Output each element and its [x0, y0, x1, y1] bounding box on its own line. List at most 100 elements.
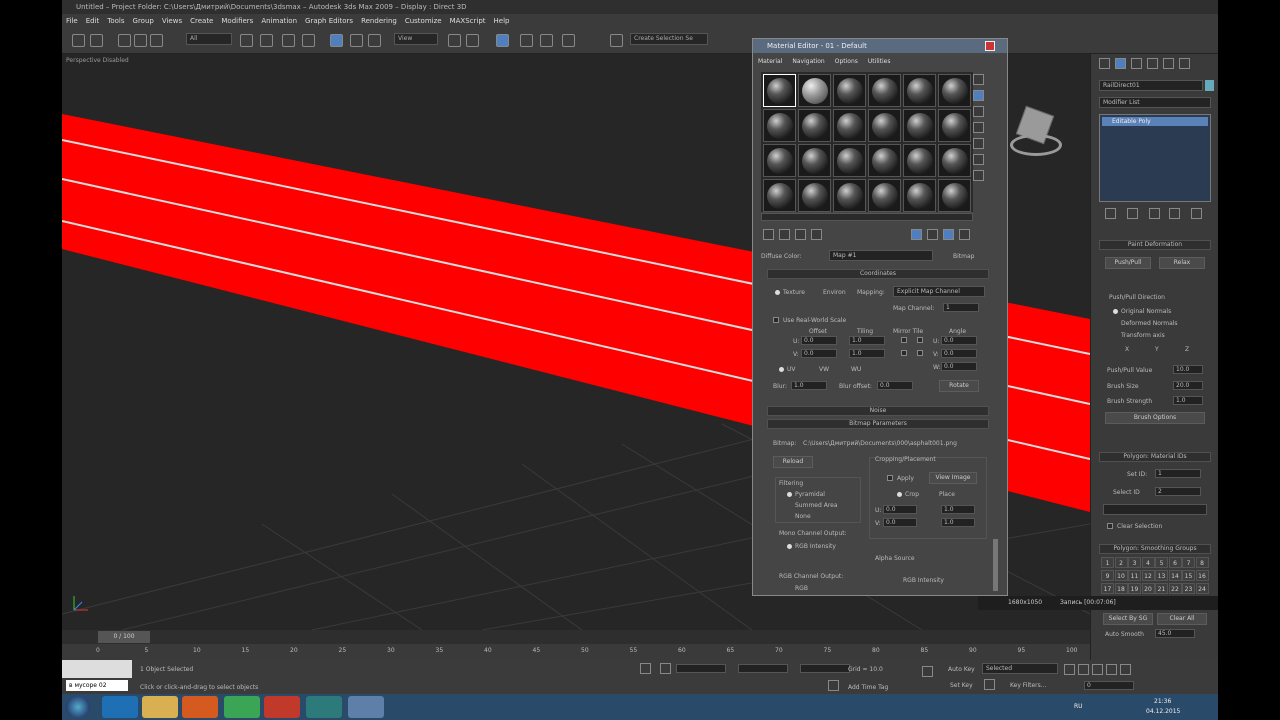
menu-create[interactable]: Create — [186, 17, 217, 25]
material-sample-slot[interactable] — [763, 74, 796, 107]
blur-spinner[interactable]: 1.0 — [791, 381, 827, 390]
set-id-spinner[interactable]: 1 — [1155, 469, 1201, 478]
smoothing-group-button[interactable]: 9 — [1101, 570, 1114, 581]
smoothing-groups-header[interactable]: Polygon: Smoothing Groups — [1099, 544, 1211, 554]
material-sample-slot[interactable] — [938, 74, 971, 107]
material-menu-options[interactable]: Options — [830, 56, 863, 68]
remove-modifier-icon[interactable] — [1169, 208, 1180, 219]
menu-file[interactable]: File — [62, 17, 82, 25]
push-pull-button[interactable]: Push/Pull — [1105, 257, 1151, 269]
slots-scrollbar[interactable] — [761, 213, 973, 221]
real-world-scale-checkbox[interactable] — [773, 317, 779, 323]
go-to-parent-icon[interactable] — [943, 229, 954, 240]
clock-date[interactable]: 04.12.2015 — [1146, 708, 1180, 715]
brush-options-button[interactable]: Brush Options — [1105, 412, 1205, 424]
motion-tab-icon[interactable] — [1147, 58, 1158, 69]
bitmap-parameters-header[interactable]: Bitmap Parameters — [767, 419, 989, 429]
rotate-button[interactable]: Rotate — [939, 380, 979, 392]
select-object-icon[interactable] — [240, 34, 253, 47]
make-unique-icon[interactable] — [1149, 208, 1160, 219]
undo-icon[interactable] — [72, 34, 85, 47]
material-sample-slot[interactable] — [798, 144, 831, 177]
menu-customize[interactable]: Customize — [401, 17, 446, 25]
v-angle-spinner[interactable]: 0.0 — [941, 349, 977, 358]
unlink-icon[interactable] — [134, 34, 147, 47]
set-key-button[interactable]: Set Key — [950, 682, 973, 689]
material-sample-slot[interactable] — [833, 109, 866, 142]
smoothing-group-button[interactable]: 19 — [1128, 583, 1141, 594]
u-mirror-checkbox[interactable] — [901, 337, 907, 343]
smoothing-group-button[interactable]: 23 — [1182, 583, 1195, 594]
clear-all-button[interactable]: Clear All — [1157, 613, 1207, 625]
create-tab-icon[interactable] — [1099, 58, 1110, 69]
opera-icon[interactable] — [264, 696, 300, 718]
pin-stack-icon[interactable] — [1105, 208, 1116, 219]
utilities-tab-icon[interactable] — [1179, 58, 1190, 69]
menu-views[interactable]: Views — [158, 17, 186, 25]
next-frame-icon[interactable] — [1106, 664, 1117, 675]
hierarchy-tab-icon[interactable] — [1131, 58, 1142, 69]
video-check-icon[interactable] — [973, 138, 984, 149]
u-tile-checkbox[interactable] — [917, 337, 923, 343]
u-offset-spinner[interactable]: 0.0 — [801, 336, 837, 345]
display-tab-icon[interactable] — [1163, 58, 1174, 69]
object-color-swatch[interactable] — [1205, 80, 1214, 91]
smoothing-group-button[interactable]: 7 — [1182, 557, 1195, 568]
start-button-icon[interactable] — [66, 696, 90, 718]
time-slider[interactable]: 0 / 100 — [62, 630, 1090, 644]
crop-u-spinner[interactable]: 0.0 — [883, 505, 917, 514]
material-editor-window[interactable]: Material Editor - 01 - Default Material N… — [752, 38, 1008, 596]
make-preview-icon[interactable] — [973, 154, 984, 165]
map-channel-spinner[interactable]: 1 — [943, 303, 979, 312]
texture-radio[interactable] — [775, 290, 780, 295]
modifier-list-dropdown[interactable]: Modifier List — [1099, 97, 1211, 108]
material-menu-material[interactable]: Material — [753, 56, 787, 68]
material-sample-slot[interactable] — [868, 109, 901, 142]
menu-tools[interactable]: Tools — [103, 17, 128, 25]
v-tile-checkbox[interactable] — [917, 350, 923, 356]
play-icon[interactable] — [1092, 664, 1103, 675]
set-key-icon[interactable] — [984, 679, 995, 690]
sample-type-icon[interactable] — [973, 74, 984, 85]
material-sample-slot[interactable] — [938, 109, 971, 142]
get-material-icon[interactable] — [763, 229, 774, 240]
smoothing-group-button[interactable]: 11 — [1128, 570, 1141, 581]
smoothing-group-button[interactable]: 15 — [1182, 570, 1195, 581]
reset-map-icon[interactable] — [811, 229, 822, 240]
select-id-button[interactable]: Select ID — [1113, 489, 1140, 496]
bind-space-warp-icon[interactable] — [150, 34, 163, 47]
percent-snap-icon[interactable] — [540, 34, 553, 47]
region-select-icon[interactable] — [282, 34, 295, 47]
menu-graph-editors[interactable]: Graph Editors — [301, 17, 357, 25]
named-selection-dropdown[interactable]: Create Selection Se — [630, 33, 708, 45]
material-sample-slot[interactable] — [763, 144, 796, 177]
object-name-field[interactable]: RailDirect01 — [1099, 80, 1203, 91]
material-sample-slot[interactable] — [903, 144, 936, 177]
maxscript-listener[interactable] — [62, 660, 132, 678]
viewcube-ring[interactable] — [1010, 134, 1062, 156]
select-id-spinner[interactable]: 2 — [1155, 487, 1201, 496]
material-sample-slot[interactable] — [763, 109, 796, 142]
uv-radio[interactable] — [779, 367, 784, 372]
smoothing-group-button[interactable]: 20 — [1141, 583, 1155, 594]
angle-snap-icon[interactable] — [520, 34, 533, 47]
configure-sets-icon[interactable] — [1191, 208, 1202, 219]
auto-smooth-spinner[interactable]: 45.0 — [1155, 629, 1195, 638]
key-filters-button[interactable]: Key Filters... — [1010, 682, 1047, 689]
window-icon[interactable] — [348, 696, 384, 718]
select-by-sg-button[interactable]: Select By SG — [1103, 613, 1153, 625]
add-time-tag-icon[interactable] — [828, 680, 839, 691]
add-time-tag-label[interactable]: Add Time Tag — [848, 684, 888, 691]
maxscript-mini-input[interactable]: в мусоре 02 — [66, 680, 128, 691]
x-coordinate-field[interactable] — [676, 664, 726, 673]
smoothing-group-button[interactable]: 22 — [1168, 583, 1182, 594]
go-forward-sibling-icon[interactable] — [959, 229, 970, 240]
material-menu-navigation[interactable]: Navigation — [787, 56, 829, 68]
paint-deformation-header[interactable]: Paint Deformation — [1099, 240, 1211, 250]
smoothing-group-button[interactable]: 10 — [1114, 570, 1128, 581]
snap-toggle-icon[interactable] — [496, 34, 509, 47]
material-sample-slot[interactable] — [903, 179, 936, 212]
time-slider-thumb[interactable]: 0 / 100 — [98, 631, 150, 643]
smoothing-group-button[interactable]: 24 — [1195, 583, 1209, 594]
w-angle-spinner[interactable]: 0.0 — [941, 362, 977, 371]
